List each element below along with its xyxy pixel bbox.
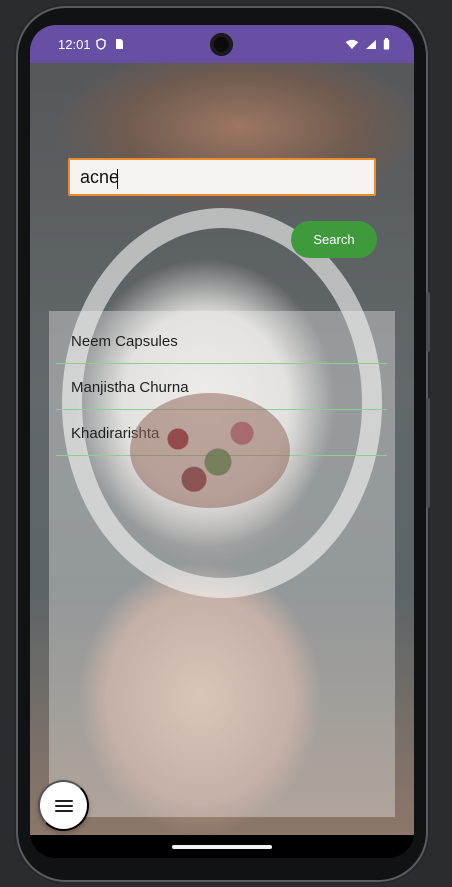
sd-card-icon <box>116 39 123 49</box>
text-cursor <box>117 169 118 189</box>
volume-button <box>426 398 430 508</box>
status-time: 12:01 <box>58 37 91 52</box>
list-item[interactable]: Khadirarishta <box>56 410 387 456</box>
wifi-icon <box>345 39 359 49</box>
status-bar: 12:01 <box>30 25 414 63</box>
power-button <box>426 292 430 352</box>
hamburger-menu-icon <box>54 799 73 812</box>
status-left-icons <box>96 38 124 50</box>
home-indicator[interactable] <box>172 845 272 849</box>
front-camera <box>210 33 233 56</box>
results-panel: Neem Capsules Manjistha Churna Khadirari… <box>49 311 395 817</box>
menu-button[interactable] <box>38 780 89 831</box>
search-button[interactable]: Search <box>291 221 377 258</box>
list-item[interactable]: Manjistha Churna <box>56 364 387 410</box>
signal-icon <box>366 39 376 49</box>
status-right-icons <box>345 38 390 50</box>
navigation-bar <box>30 835 414 858</box>
phone-screen: 12:01 Search N <box>30 25 414 858</box>
list-item[interactable]: Neem Capsules <box>56 318 387 364</box>
herbal-search-screen: Search Neem Capsules Manjistha Churna Kh… <box>30 63 414 835</box>
shield-icon <box>96 38 106 50</box>
search-input[interactable] <box>68 158 376 196</box>
battery-icon <box>383 38 390 50</box>
